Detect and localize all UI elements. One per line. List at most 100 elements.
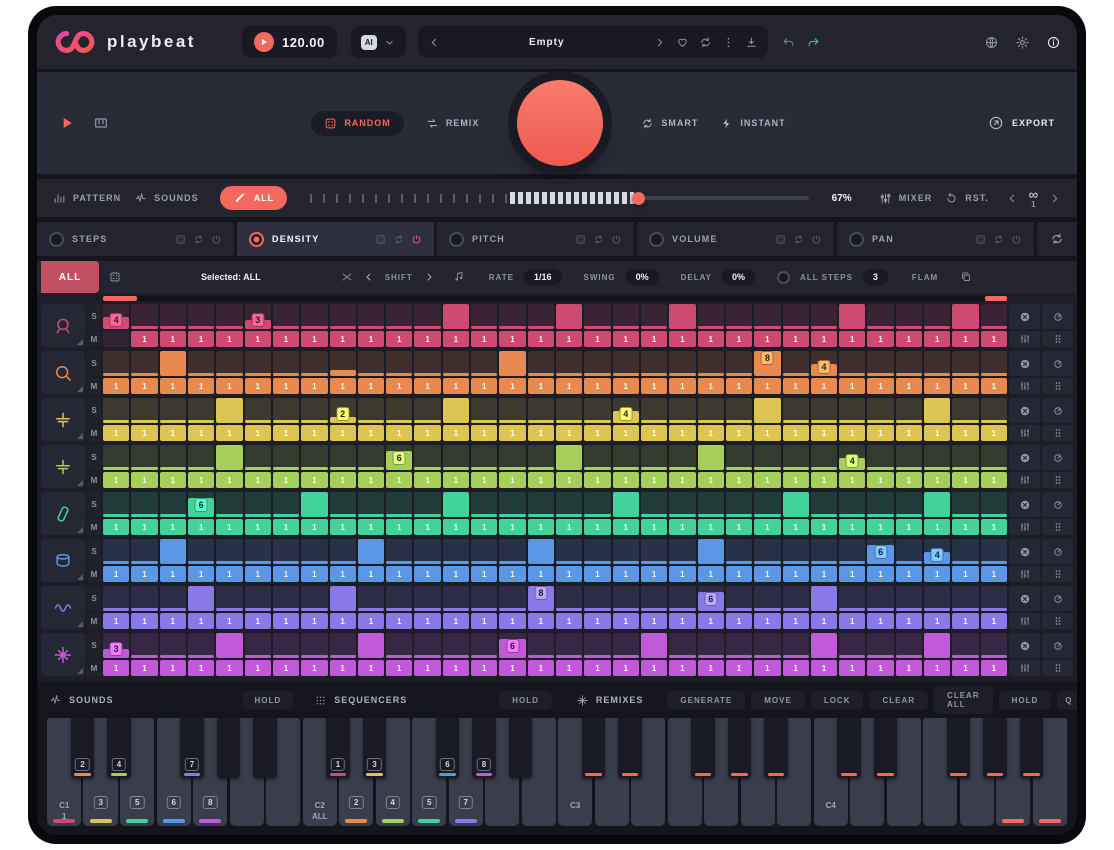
hit-cell[interactable]: 1 [131, 425, 157, 441]
track-select-hihat-closed[interactable] [41, 398, 85, 441]
hit-cell[interactable]: 1 [386, 519, 412, 535]
hit-cell[interactable]: 1 [754, 378, 780, 394]
density-step-cell[interactable] [499, 351, 525, 376]
density-step-cell[interactable] [528, 351, 554, 376]
hit-cell[interactable]: 1 [669, 566, 695, 582]
hit-cell[interactable]: 1 [103, 613, 129, 629]
hit-cell[interactable]: 1 [981, 660, 1007, 676]
all-steps-radio[interactable] [777, 271, 790, 284]
density-step-cell[interactable] [245, 586, 271, 611]
density-step-cell[interactable] [783, 304, 809, 329]
density-step-cell[interactable] [896, 586, 922, 611]
density-step-cell[interactable] [301, 492, 327, 517]
hit-cell[interactable]: 1 [754, 566, 780, 582]
swing-value[interactable]: 0% [626, 269, 659, 285]
density-step-cell[interactable] [443, 445, 469, 470]
hit-cell[interactable]: 1 [528, 378, 554, 394]
hit-cell[interactable]: 1 [698, 425, 724, 441]
density-step-cell[interactable] [641, 351, 667, 376]
density-step-cell[interactable]: 3 [103, 633, 129, 658]
density-step-cell[interactable] [981, 445, 1007, 470]
density-step-cell[interactable] [584, 398, 610, 423]
density-step-cell[interactable] [188, 633, 214, 658]
hit-cell[interactable]: 1 [839, 331, 865, 347]
hit-cell[interactable]: 1 [556, 425, 582, 441]
density-step-cell[interactable] [273, 398, 299, 423]
density-step-cell[interactable]: 4 [811, 351, 837, 376]
density-step-cell[interactable] [754, 633, 780, 658]
density-step-cell[interactable] [754, 304, 780, 329]
hit-cell[interactable]: 1 [245, 519, 271, 535]
density-step-cell[interactable] [726, 304, 752, 329]
density-step-cell[interactable] [188, 445, 214, 470]
hit-cell[interactable]: 1 [669, 378, 695, 394]
track-mute-button[interactable] [1009, 633, 1040, 658]
remix-button[interactable]: REMIX [426, 117, 480, 130]
density-step-cell[interactable] [584, 304, 610, 329]
density-step-cell[interactable] [896, 539, 922, 564]
loop-icon[interactable] [793, 234, 804, 245]
track-drag-handle[interactable] [1042, 331, 1073, 347]
density-step-cell[interactable] [160, 351, 186, 376]
m-row-label[interactable]: M [87, 378, 101, 394]
density-step-cell[interactable]: 4 [613, 398, 639, 423]
hit-cell[interactable]: 1 [443, 378, 469, 394]
hit-cell[interactable]: 1 [414, 472, 440, 488]
density-step-cell[interactable]: 3 [245, 304, 271, 329]
hit-cell[interactable]: 1 [273, 660, 299, 676]
density-step-cell[interactable] [386, 539, 412, 564]
track-drag-handle[interactable] [1042, 472, 1073, 488]
track-select-hihat-open[interactable] [41, 445, 85, 488]
density-step-cell[interactable] [556, 398, 582, 423]
note-icon[interactable] [453, 271, 465, 283]
hit-cell[interactable]: 1 [386, 425, 412, 441]
density-step-cell[interactable] [783, 398, 809, 423]
hit-cell[interactable]: 1 [613, 331, 639, 347]
hit-cell[interactable]: 1 [301, 566, 327, 582]
hit-cell[interactable]: 1 [754, 660, 780, 676]
density-step-cell[interactable] [613, 633, 639, 658]
track-sliders-button[interactable] [1009, 519, 1040, 535]
density-step-cell[interactable] [358, 398, 384, 423]
density-step-cell[interactable] [839, 304, 865, 329]
hit-cell[interactable]: 1 [528, 425, 554, 441]
density-step-cell[interactable] [245, 351, 271, 376]
density-step-cell[interactable] [301, 398, 327, 423]
density-step-cell[interactable] [584, 586, 610, 611]
loop-icon[interactable] [993, 234, 1004, 245]
hit-cell[interactable]: 1 [981, 378, 1007, 394]
hit-cell[interactable]: 1 [103, 566, 129, 582]
hit-cell[interactable]: 1 [443, 566, 469, 582]
hit-cell[interactable]: 1 [669, 331, 695, 347]
hit-cell[interactable]: 1 [160, 566, 186, 582]
piano-key-D#1[interactable]: 4 [107, 718, 131, 778]
hit-cell[interactable]: 1 [131, 613, 157, 629]
piano-key-G#4[interactable] [983, 718, 1007, 778]
hit-cell[interactable]: 1 [556, 378, 582, 394]
hit-cell[interactable]: 1 [981, 613, 1007, 629]
hit-cell[interactable]: 1 [528, 519, 554, 535]
hit-cell[interactable]: 1 [669, 613, 695, 629]
hit-cell[interactable]: 1 [584, 331, 610, 347]
density-step-cell[interactable] [669, 445, 695, 470]
hit-cell[interactable]: 1 [414, 378, 440, 394]
hit-cell[interactable]: 1 [188, 566, 214, 582]
density-step-cell[interactable] [613, 492, 639, 517]
hit-cell[interactable]: 1 [273, 613, 299, 629]
favorite-heart-icon[interactable] [676, 36, 689, 49]
density-step-cell[interactable] [726, 633, 752, 658]
hit-cell[interactable]: 1 [698, 660, 724, 676]
track-select-shaker[interactable] [41, 492, 85, 535]
hit-cell[interactable]: 1 [188, 660, 214, 676]
density-step-cell[interactable] [669, 586, 695, 611]
hit-cell[interactable]: 1 [330, 566, 356, 582]
hit-cell[interactable]: 1 [669, 472, 695, 488]
hit-cell[interactable]: 1 [358, 660, 384, 676]
density-step-cell[interactable] [981, 304, 1007, 329]
density-step-cell[interactable] [443, 351, 469, 376]
density-step-cell[interactable] [103, 445, 129, 470]
hit-cell[interactable]: 1 [216, 613, 242, 629]
density-step-cell[interactable] [867, 633, 893, 658]
density-step-cell[interactable] [160, 445, 186, 470]
density-step-cell[interactable] [414, 539, 440, 564]
